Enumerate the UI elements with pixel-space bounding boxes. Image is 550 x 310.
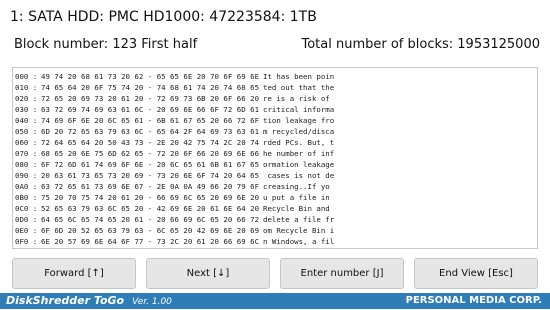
- dump-row-offset: 010 :: [15, 83, 38, 92]
- footer-bar: DiskShredder ToGo Ver. 1.00 PERSONAL MEDI…: [0, 293, 550, 309]
- dump-row-ascii: ormation leakage: [263, 160, 335, 169]
- dump-row-hex: 68 65 20 6E 75 6D 62 65 - 72 20 6F 66 20…: [41, 149, 260, 158]
- dump-row-offset: 0E0 :: [15, 226, 38, 235]
- dump-row-hex: 49 74 20 68 61 73 20 62 - 65 65 6E 20 70…: [41, 72, 260, 81]
- dump-row-hex: 63 72 65 61 73 69 6E 67 - 2E 0A 0A 49 66…: [41, 182, 260, 191]
- brand-logo: DiskShredder ToGo Ver. 1.00: [6, 293, 172, 309]
- dump-row-hex: 63 72 69 74 69 63 61 6C - 20 69 6E 66 6F…: [41, 105, 260, 114]
- dump-row-hex: 72 64 65 64 20 50 43 73 - 2E 20 42 75 74…: [41, 138, 260, 147]
- dump-row-ascii: cases is not de: [263, 171, 335, 180]
- dump-row-offset: 080 :: [15, 160, 38, 169]
- dump-row-offset: 0C0 :: [15, 204, 38, 213]
- dump-row-offset: 0D0 :: [15, 215, 38, 224]
- dump-row-hex: 6F 72 6D 61 74 69 6F 6E - 20 6C 65 61 6B…: [41, 160, 260, 169]
- dump-row-hex: 52 65 63 79 63 6C 65 20 - 42 69 6E 20 61…: [41, 204, 260, 213]
- dump-row-offset: 090 :: [15, 171, 38, 180]
- dump-row-ascii: n Windows, a fil: [263, 237, 335, 246]
- forward-button[interactable]: Forward [↑]: [12, 258, 136, 289]
- dump-row-hex: 74 65 64 20 6F 75 74 20 - 74 68 61 74 20…: [41, 83, 260, 92]
- dump-row-offset: 0F0 :: [15, 237, 38, 246]
- dump-row-ascii: delete a file fr: [263, 215, 335, 224]
- dump-row-offset: 0A0 :: [15, 182, 38, 191]
- dump-row-ascii: u put a file in: [263, 193, 335, 202]
- hex-dump-panel: 000 :49 74 20 68 61 73 20 62 - 65 65 6E …: [12, 67, 538, 249]
- dump-row-offset: 020 :: [15, 94, 38, 103]
- company-name: PERSONAL MEDIA CORP.: [405, 295, 542, 306]
- dump-row-ascii: critical informa: [263, 105, 335, 114]
- dump-row-hex: 6E 20 57 69 6E 64 6F 77 - 73 2C 20 61 20…: [41, 237, 260, 246]
- version-label: Ver. 1.00: [132, 297, 172, 307]
- block-number-label: Block number: 123 First half: [14, 37, 198, 52]
- dump-row-ascii: ted out that the: [263, 83, 335, 92]
- dump-row-ascii: rded PCs. But, t: [263, 138, 335, 147]
- dump-row-hex: 64 65 6C 65 74 65 20 61 - 20 66 69 6C 65…: [41, 215, 260, 224]
- dump-row-hex: 72 65 20 69 73 20 61 20 - 72 69 73 6B 20…: [41, 94, 260, 103]
- dump-row-hex: 20 63 61 73 65 73 20 69 - 73 20 6E 6F 74…: [41, 171, 260, 180]
- dump-row-offset: 070 :: [15, 149, 38, 158]
- dump-row-offset: 000 :: [15, 72, 38, 81]
- dump-row-ascii: It has been poin: [263, 72, 335, 81]
- total-blocks-label: Total number of blocks: 1953125000: [301, 37, 540, 52]
- enter-number-button[interactable]: Enter number [J]: [280, 258, 404, 289]
- dump-row-offset: 060 :: [15, 138, 38, 147]
- end-view-button[interactable]: End View [Esc]: [414, 258, 538, 289]
- dump-row-hex: 75 20 70 75 74 20 61 20 - 66 69 6C 65 20…: [41, 193, 260, 202]
- dump-row-offset: 030 :: [15, 105, 38, 114]
- dump-row-offset: 040 :: [15, 116, 38, 125]
- dump-row-offset: 0B0 :: [15, 193, 38, 202]
- dump-row-hex: 74 69 6F 6E 20 6C 65 61 - 6B 61 67 65 20…: [41, 116, 260, 125]
- dump-row-offset: 050 :: [15, 127, 38, 136]
- dump-row-hex: 6F 6D 20 52 65 63 79 63 - 6C 65 20 42 69…: [41, 226, 260, 235]
- dump-row-ascii: creasing..If yo: [263, 182, 330, 191]
- dump-row-ascii: m recycled/disca: [263, 127, 335, 136]
- device-title: 1: SATA HDD: PMC HD1000: 47223584: 1TB: [10, 9, 317, 25]
- dump-row-ascii: he number of inf: [263, 149, 335, 158]
- dump-row-hex: 6D 20 72 65 63 79 63 6C - 65 64 2F 64 69…: [41, 127, 260, 136]
- dump-row-ascii: re is a risk of: [263, 94, 335, 103]
- next-button[interactable]: Next [↓]: [146, 258, 270, 289]
- dump-row-ascii: tion leakage fro: [263, 116, 335, 125]
- dump-row-ascii: Recycle Bin and: [263, 204, 335, 213]
- brand-name: DiskShredder ToGo: [6, 294, 125, 307]
- dump-row-ascii: om Recycle Bin i: [263, 226, 335, 235]
